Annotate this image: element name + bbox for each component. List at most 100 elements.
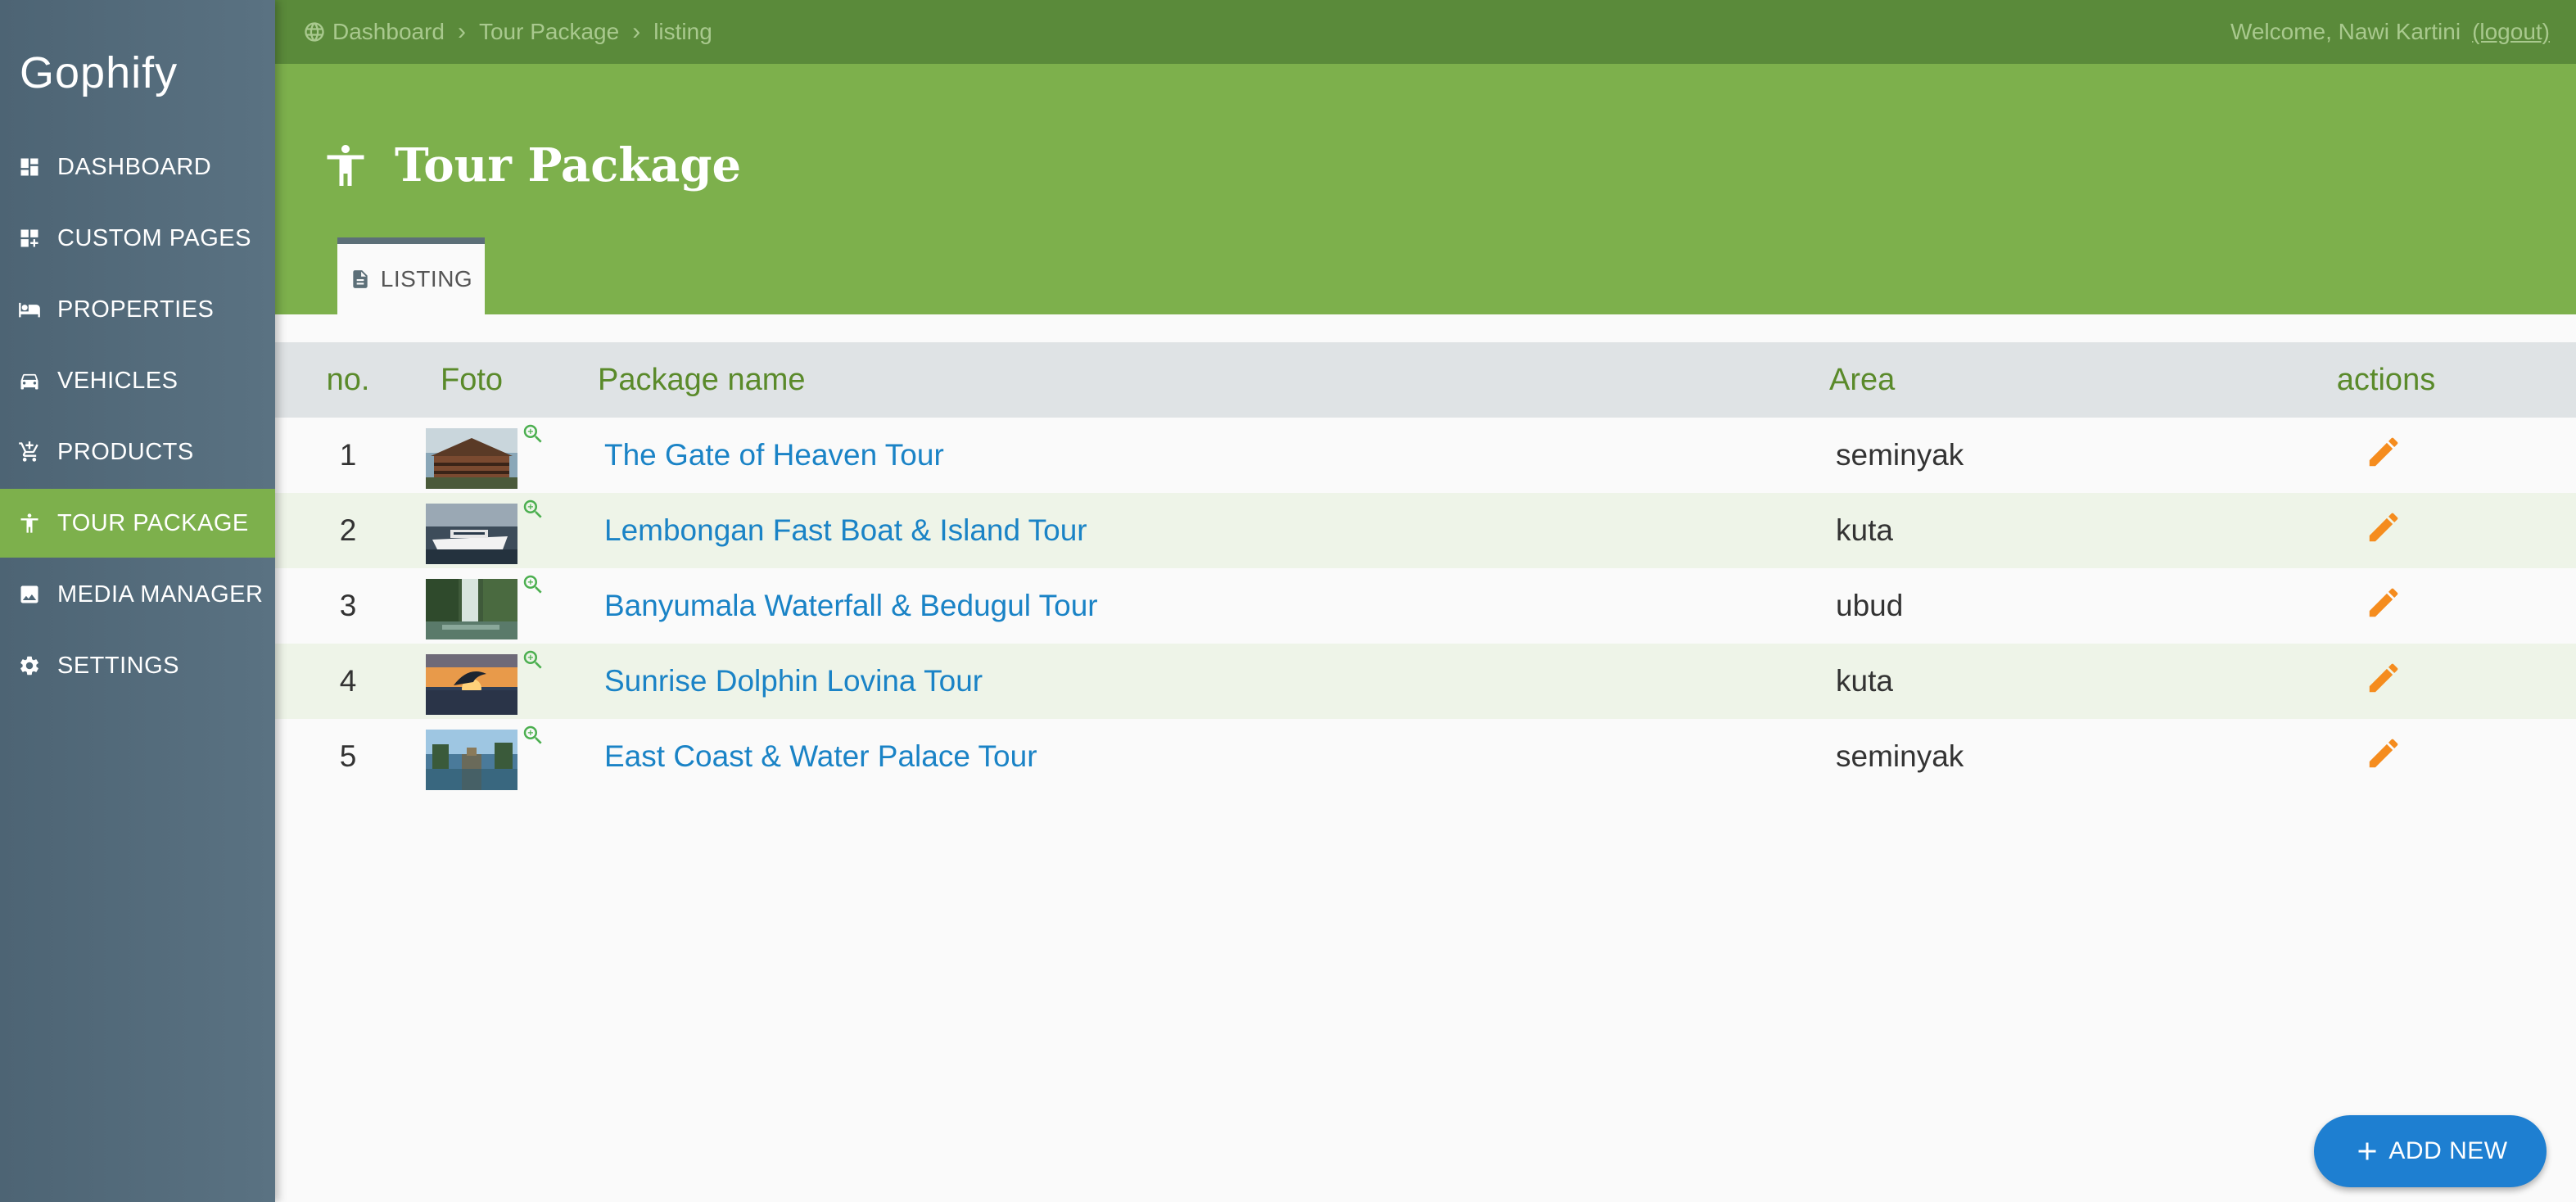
tour-thumbnail[interactable] (426, 730, 517, 790)
table-row: 2 Lembongan Fast Boat & Island Tour kuta (275, 493, 2576, 568)
row-package-name: East Coast & Water Palace Tour (590, 739, 1829, 774)
user-welcome: Welcome, Nawi Kartini (logout) (2230, 0, 2550, 64)
row-package-name: The Gate of Heaven Tour (590, 438, 1829, 472)
breadcrumb: Dashboard › Tour Package › listing (303, 18, 712, 46)
column-header-area[interactable]: Area (1829, 363, 2271, 398)
row-area: seminyak (1836, 739, 1964, 773)
row-number: 3 (339, 589, 357, 622)
table-row: 3 Banyumala Waterfall & Bedugul Tour ubu… (275, 568, 2576, 644)
sidebar-item-label: MEDIA MANAGER (57, 581, 264, 608)
zoom-in-icon[interactable] (521, 497, 545, 522)
row-actions (2271, 508, 2501, 554)
package-name-link[interactable]: East Coast & Water Palace Tour (604, 739, 1037, 773)
row-foto (421, 422, 590, 489)
row-area: ubud (1836, 589, 1904, 622)
cart-icon (19, 441, 38, 462)
row-number: 2 (339, 513, 357, 547)
gear-icon (20, 656, 38, 676)
document-icon (353, 270, 368, 288)
sidebar-item-media-manager[interactable]: MEDIA MANAGER (0, 560, 275, 629)
custom-pages-icon (20, 229, 38, 247)
row-number: 1 (339, 438, 357, 472)
row-foto (421, 648, 590, 715)
dashboard-icon (20, 158, 38, 176)
edit-pencil-icon[interactable] (2365, 433, 2402, 471)
sidebar-item-dashboard[interactable]: DASHBOARD (0, 133, 275, 201)
bed-icon (19, 302, 40, 318)
breadcrumb-listing: listing (653, 19, 712, 44)
package-name-link[interactable]: Lembongan Fast Boat & Island Tour (604, 513, 1087, 547)
page-title-group: Tour Package (321, 138, 741, 193)
zoom-in-icon[interactable] (521, 572, 545, 597)
edit-pencil-icon[interactable] (2365, 734, 2402, 772)
tour-thumbnail[interactable] (426, 428, 517, 489)
sidebar-item-settings[interactable]: SETTINGS (0, 631, 275, 700)
sidebar-item-vehicles[interactable]: VEHICLES (0, 346, 275, 415)
tour-thumbnail[interactable] (426, 579, 517, 639)
row-area: seminyak (1836, 438, 1964, 472)
package-name-link[interactable]: The Gate of Heaven Tour (604, 438, 944, 472)
column-header-foto: Foto (441, 362, 504, 397)
sidebar-nav: DASHBOARD CUSTOM PAGES PROPERTIES VEHICL… (0, 133, 275, 703)
column-header-package-name[interactable]: Package name (590, 363, 1829, 398)
brand-logo[interactable]: Gophify (20, 51, 178, 95)
row-foto (421, 572, 590, 639)
tour-thumbnail[interactable] (426, 504, 517, 564)
row-package-name: Banyumala Waterfall & Bedugul Tour (590, 589, 1829, 623)
zoom-in-icon[interactable] (521, 723, 545, 748)
row-actions (2271, 659, 2501, 704)
edit-pencil-icon[interactable] (2365, 584, 2402, 621)
accessibility-person-icon (20, 513, 38, 533)
breadcrumb-dashboard[interactable]: Dashboard (332, 19, 445, 45)
page-title: Tour Package (395, 138, 742, 192)
accessibility-person-icon (327, 145, 364, 186)
row-number: 5 (339, 739, 357, 773)
sidebar-item-label: VEHICLES (57, 367, 179, 394)
sidebar-item-label: TOUR PACKAGE (57, 509, 249, 536)
tour-package-table: no. Foto Package name Area actions 1 The… (275, 342, 2576, 794)
sidebar-item-custom-pages[interactable]: CUSTOM PAGES (0, 204, 275, 273)
globe-icon (305, 22, 324, 42)
zoom-in-icon[interactable] (521, 422, 545, 446)
table-row: 4 Sunrise Dolphin Lovina Tour kuta (275, 644, 2576, 719)
row-foto (421, 497, 590, 564)
welcome-text: Welcome, Nawi Kartini (2230, 19, 2461, 44)
tour-thumbnail[interactable] (426, 654, 517, 715)
row-number: 4 (339, 664, 357, 698)
car-icon (20, 373, 38, 390)
row-package-name: Sunrise Dolphin Lovina Tour (590, 664, 1829, 698)
tab-label: LISTING (380, 266, 473, 291)
sidebar: Gophify DASHBOARD CUSTOM PAGES PROPERTIE… (0, 0, 275, 1202)
top-bar: Dashboard › Tour Package › listing Welco… (275, 0, 2576, 64)
sidebar-item-label: PROPERTIES (57, 296, 215, 323)
sidebar-item-tour-package[interactable]: TOUR PACKAGE (0, 489, 275, 558)
add-new-label: ADD NEW (2388, 1137, 2508, 1164)
table-row: 5 East Coast & Water Palace Tour seminya… (275, 719, 2576, 794)
table-header: no. Foto Package name Area actions (275, 342, 2576, 418)
package-name-link[interactable]: Sunrise Dolphin Lovina Tour (604, 664, 983, 698)
row-actions (2271, 734, 2501, 779)
add-new-button[interactable]: ADD NEW (2314, 1115, 2547, 1187)
package-name-link[interactable]: Banyumala Waterfall & Bedugul Tour (604, 589, 1098, 622)
breadcrumb-tour-package[interactable]: Tour Package (479, 19, 619, 45)
zoom-in-icon[interactable] (521, 648, 545, 672)
sidebar-item-label: PRODUCTS (57, 438, 194, 465)
row-foto (421, 723, 590, 790)
edit-pencil-icon[interactable] (2365, 508, 2402, 546)
row-area: kuta (1836, 513, 1893, 547)
column-header-actions: actions (2336, 362, 2436, 397)
logout-link[interactable]: (logout) (2472, 19, 2550, 45)
plus-icon (2358, 1142, 2376, 1160)
edit-pencil-icon[interactable] (2365, 659, 2402, 697)
table-row: 1 The Gate of Heaven Tour seminyak (275, 418, 2576, 493)
sidebar-item-products[interactable]: PRODUCTS (0, 418, 275, 486)
sidebar-item-label: DASHBOARD (57, 153, 212, 180)
page-header: Tour Package LISTING (275, 64, 2576, 314)
sidebar-item-properties[interactable]: PROPERTIES (0, 275, 275, 344)
row-actions (2271, 584, 2501, 629)
tab-listing[interactable]: LISTING (337, 237, 485, 314)
sidebar-item-label: SETTINGS (57, 652, 180, 679)
row-area: kuta (1836, 664, 1893, 698)
column-header-no[interactable]: no. (275, 363, 421, 398)
row-package-name: Lembongan Fast Boat & Island Tour (590, 513, 1829, 548)
